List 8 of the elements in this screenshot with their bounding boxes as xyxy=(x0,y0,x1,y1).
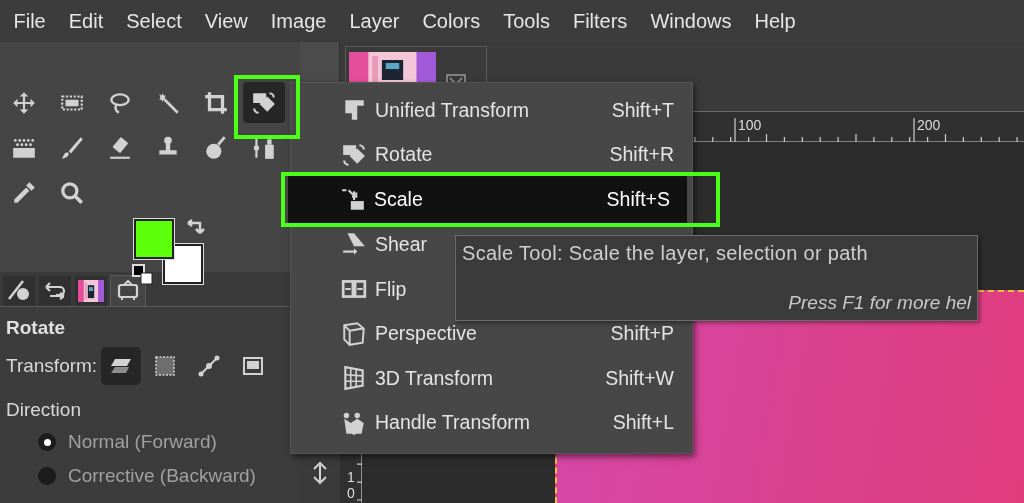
transform-label: Transform: xyxy=(6,355,98,377)
tooltip-hint: Press F1 for more hel xyxy=(787,292,971,314)
ruler-label: 100 xyxy=(738,117,762,133)
ruler-label: 200 xyxy=(917,117,941,133)
ruler-label: 10 xyxy=(346,470,356,501)
tool-options-title: Rotate xyxy=(6,317,67,339)
tooltip-title: Scale Tool: Scale the layer, selection or path xyxy=(462,242,869,265)
direction-label: Direction xyxy=(6,399,82,421)
